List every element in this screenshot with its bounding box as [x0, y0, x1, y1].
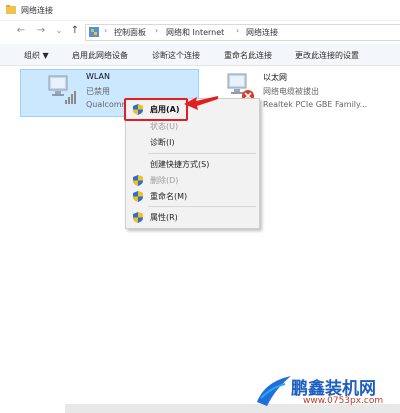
menu-separator	[148, 153, 256, 154]
diagnose-connection-button[interactable]: 诊断这个连接	[152, 50, 200, 61]
uac-shield-icon	[133, 212, 143, 223]
menu-separator	[148, 206, 256, 207]
menu-item-properties-label: 属性(R)	[150, 213, 178, 222]
enable-highlight-box	[124, 98, 188, 121]
watermark: 鹏鑫装机网 www.0753px.com	[255, 368, 400, 413]
back-button[interactable]: ←	[14, 25, 28, 36]
menu-item-rename-label: 重命名(M)	[150, 192, 188, 201]
wlan-name: WLAN	[86, 72, 111, 81]
menu-item-rename[interactable]: 重命名(M)	[126, 188, 259, 204]
control-panel-icon	[89, 27, 99, 37]
window-title: 网络连接	[21, 6, 53, 15]
menu-item-create-shortcut[interactable]: 创建快捷方式(S)	[126, 156, 259, 172]
address-bar[interactable]: › 控制面板 › 网络和 Internet › 网络连接	[85, 24, 400, 41]
breadcrumb-separator: ›	[155, 26, 159, 35]
breadcrumb-network-connections[interactable]: 网络连接	[246, 27, 278, 38]
menu-item-status-label: 状态(U)	[150, 122, 179, 131]
breadcrumb-separator: ›	[104, 26, 108, 35]
enable-device-button[interactable]: 启用此网络设备	[72, 50, 128, 61]
menu-item-delete-label: 删除(D)	[150, 176, 179, 185]
forward-button[interactable]: →	[34, 25, 48, 36]
wlan-adapter-icon	[48, 75, 76, 104]
menu-item-properties[interactable]: 属性(R)	[126, 209, 259, 225]
uac-shield-icon	[133, 175, 143, 186]
menu-item-diagnose-label: 诊断(I)	[150, 138, 175, 147]
address-row: ← → ⌄ ↑ › 控制面板 › 网络和 Internet › 网络连接	[0, 21, 400, 43]
breadcrumb-control-panel[interactable]: 控制面板	[114, 27, 146, 38]
command-bar: 组织 ▼ 启用此网络设备 诊断这个连接 重命名此连接 更改此连接的设置	[0, 44, 400, 66]
breadcrumb-separator: ›	[236, 26, 240, 35]
wlan-status: 已禁用	[86, 87, 110, 96]
watermark-logo-icon	[257, 376, 291, 406]
red-arrow-icon	[184, 96, 218, 110]
rename-connection-button[interactable]: 重命名此连接	[224, 50, 272, 61]
uac-shield-icon	[133, 191, 143, 202]
watermark-url: www.0753px.com	[303, 396, 384, 406]
change-settings-button[interactable]: 更改此连接的设置	[295, 50, 359, 61]
recent-locations-dropdown[interactable]: ⌄	[52, 26, 66, 35]
wlan-adapter: Qualcomm	[86, 100, 130, 109]
organize-button[interactable]: 组织 ▼	[24, 50, 49, 61]
menu-item-delete[interactable]: 删除(D)	[126, 172, 259, 188]
menu-item-diagnose[interactable]: 诊断(I)	[126, 134, 259, 150]
title-bar: 网络连接	[0, 0, 400, 21]
up-button[interactable]: ↑	[68, 25, 82, 36]
menu-item-create-shortcut-label: 创建快捷方式(S)	[150, 160, 210, 169]
breadcrumb-network-internet[interactable]: 网络和 Internet	[166, 27, 224, 38]
network-folder-icon	[6, 5, 16, 14]
